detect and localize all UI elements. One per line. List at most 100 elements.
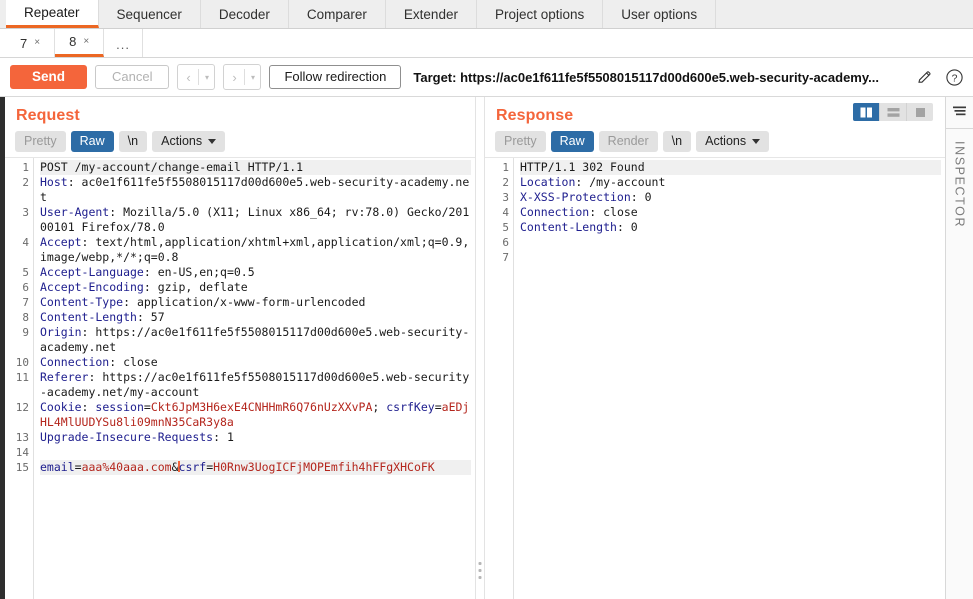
header-name: X-XSS-Protection [520, 190, 631, 204]
close-icon[interactable]: × [83, 36, 89, 47]
main-tab-comparer[interactable]: Comparer [288, 0, 386, 28]
code-line: Accept-Encoding: gzip, deflate [40, 280, 471, 295]
repeater-tab-7[interactable]: 7 × [6, 29, 56, 57]
request-view-newlinen[interactable]: \n [118, 131, 148, 152]
header-name: Origin [40, 325, 82, 339]
main-tab-label: Project options [494, 6, 585, 22]
code-line: Accept: text/html,application/xhtml+xml,… [40, 235, 471, 265]
code-line: Location: /my-account [520, 175, 941, 190]
code-line: email=aaa%40aaa.com&csrf=H0Rnw3UogICFjMO… [40, 460, 471, 475]
main-tab-bar: Repeater Sequencer Decoder Comparer Extender… [0, 0, 973, 29]
request-code-content[interactable]: POST /my-account/change-email HTTP/1.1 Ho… [34, 158, 475, 599]
pane-splitter[interactable] [475, 97, 485, 599]
response-view-raw[interactable]: Raw [550, 131, 594, 152]
token-value: Ckt6JpM3H6exE4CNHHmR6Q76nUzXXvPA [150, 400, 373, 414]
dot [478, 562, 482, 565]
token-value: H0Rnw3UogICFjMOPEmfih4hFFgXHCoFK [213, 460, 435, 474]
main-tab-sequencer[interactable]: Sequencer [98, 0, 201, 28]
response-editor[interactable]: 1 2 3 4 5 6 7 HTTP/1.1 302 Found Location: /my-… [485, 157, 945, 599]
code-line: Content-Length: 0 [520, 220, 941, 235]
svg-text:?: ? [951, 72, 957, 84]
header-name: Content-Length [40, 310, 137, 324]
code-line: Content-Length: 57 [40, 310, 471, 325]
main-tab-extender[interactable]: Extender [385, 0, 477, 28]
repeater-tab-8[interactable]: 8 × [55, 29, 105, 57]
response-code-content[interactable]: HTTP/1.1 302 Found Location: /my-account X… [514, 158, 945, 599]
repeater-tab-bar: 7 × 8 ×... [0, 29, 973, 58]
line-number: 6 [502, 236, 509, 249]
split-vertical-view-button[interactable] [853, 103, 880, 121]
code-line: Host: ac0e1f611fe5f5508015117d00d600e5.w… [40, 175, 471, 205]
response-actions-button[interactable]: Actions [696, 131, 770, 152]
main-tab-label: User options [621, 6, 698, 22]
code-line: Origin: https://ac0e1f611fe5f5508015117d… [40, 325, 471, 355]
header-name: email [40, 460, 75, 474]
code-text: : 1 [213, 430, 234, 444]
cancel-button[interactable]: Cancel [95, 65, 170, 89]
line-number: 11 [15, 371, 29, 384]
line-number: 4 [22, 236, 29, 249]
back-arrow-icon[interactable]: ‹ [178, 65, 198, 89]
code-text: ; [372, 400, 387, 414]
line-number: 1 [502, 161, 509, 174]
request-title: Request [16, 107, 80, 124]
forward-arrow-icon[interactable]: › [224, 65, 244, 89]
send-button[interactable]: Send [10, 65, 88, 89]
main-tab-user-options[interactable]: User options [603, 0, 717, 28]
header-name: session [95, 400, 144, 414]
split-horizontal-view-button[interactable] [880, 103, 907, 121]
code-text: : ac0e1f611fe5f5508015117d00d600e5.web-s… [40, 175, 470, 204]
dot [478, 576, 482, 579]
inspector-rail[interactable]: INSPECTOR [945, 97, 973, 599]
question-icon[interactable]: ? [943, 66, 965, 88]
code-line: Cookie: session=Ckt6JpM3H6exE4CNHHmR6Q76… [40, 400, 471, 430]
line-number: 1 [22, 161, 29, 174]
line-number: 13 [15, 431, 29, 444]
request-pane-header: Request Pretty Raw \n Actions [5, 97, 475, 157]
line-number: 8 [22, 311, 29, 324]
layers-icon[interactable] [952, 97, 967, 128]
code-text: : 57 [136, 310, 165, 324]
line-number: 2 [502, 176, 509, 189]
header-name: Location [520, 175, 576, 189]
request-view-raw[interactable]: Raw [70, 131, 114, 152]
repeater-tab-label: 8 [69, 34, 77, 49]
line-number: 15 [15, 461, 29, 474]
code-text: : https://ac0e1f611fe5f5508015117d00d600… [40, 325, 470, 354]
response-view-pretty[interactable]: Pretty [495, 131, 546, 152]
history-back-group[interactable]: ‹ ▾ [177, 64, 216, 90]
header-name: Host [40, 175, 68, 189]
response-view-newlinen[interactable]: \n [662, 131, 692, 152]
back-dropdown-caret-icon[interactable]: ▾ [199, 65, 214, 89]
main-tab-project-options[interactable]: Project options [476, 0, 604, 28]
splitter-handle-icon[interactable] [478, 562, 482, 579]
pencil-icon[interactable] [913, 66, 935, 88]
single-pane-view-button[interactable] [907, 103, 933, 121]
forward-dropdown-caret-icon[interactable]: ▾ [245, 65, 260, 89]
follow-redirection-button[interactable]: Follow redirection [269, 65, 402, 89]
code-line: ​ [520, 235, 941, 250]
code-line: Connection: close [40, 355, 471, 370]
request-view-pretty[interactable]: Pretty [15, 131, 66, 152]
repeater-tab-more-button[interactable]: ... [104, 29, 143, 57]
code-text: : gzip, deflate [143, 280, 248, 294]
response-view-render[interactable]: Render [598, 131, 658, 152]
response-pane-header: Response Pretty Raw Render \n Actions [485, 97, 945, 157]
history-forward-group[interactable]: › ▾ [223, 64, 262, 90]
main-tab-repeater[interactable]: Repeater [6, 0, 99, 28]
code-text: : text/html,application/xhtml+xml,applic… [40, 235, 470, 264]
code-line: Referer: https://ac0e1f611fe5f5508015117… [40, 370, 471, 400]
main-tab-label: Extender [403, 6, 458, 22]
inspector-label[interactable]: INSPECTOR [953, 129, 967, 228]
header-name: Content-Type [40, 295, 124, 309]
repeater-tab-label: 7 [20, 35, 28, 51]
request-editor[interactable]: 1 2 3 4 5 6 7 8 9 10 11 12 13 14 15 POST /my-account/c… [5, 157, 475, 599]
chevron-down-icon [752, 139, 761, 144]
main-tab-decoder[interactable]: Decoder [200, 0, 289, 28]
code-text: = [74, 460, 82, 474]
close-icon[interactable]: × [34, 38, 40, 48]
code-text: : en-US,en;q=0.5 [143, 265, 255, 279]
request-actions-button[interactable]: Actions [152, 131, 226, 152]
request-line-numbers: 1 2 3 4 5 6 7 8 9 10 11 12 13 14 15 [5, 158, 34, 599]
line-number: 12 [15, 401, 29, 414]
